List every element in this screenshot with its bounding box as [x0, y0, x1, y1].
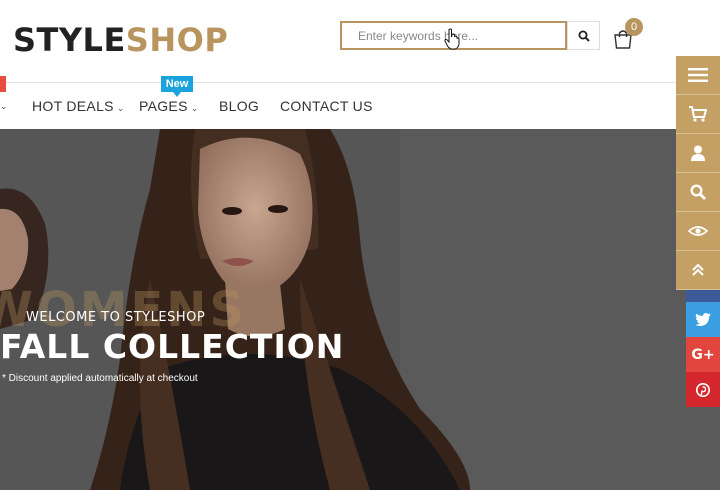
search-icon — [578, 30, 590, 42]
pinterest-button[interactable] — [686, 372, 720, 407]
nav-item-blog[interactable]: BLOG — [219, 98, 259, 114]
menu-icon — [688, 68, 708, 82]
nav-item-label: CONTACT US — [280, 98, 373, 114]
side-account-button[interactable] — [676, 134, 720, 173]
side-search-button[interactable] — [676, 173, 720, 212]
side-cart-button[interactable] — [676, 95, 720, 134]
logo-text-style: STYLE — [13, 21, 126, 59]
nav-item-pages[interactable]: PAGES ⌄ — [139, 98, 199, 116]
google-plus-button[interactable]: G+ — [686, 337, 720, 372]
cart-icon — [689, 106, 707, 122]
hero-title: FALL COLLECTION — [0, 327, 345, 366]
user-icon — [691, 145, 705, 161]
chevron-down-icon: ⌄ — [116, 103, 125, 113]
new-badge: New — [161, 76, 193, 97]
twitter-icon — [695, 313, 711, 326]
nav-item-contact-us[interactable]: CONTACT US — [280, 98, 373, 114]
hero-welcome-text: WELCOME TO STYLESHOP — [26, 310, 206, 325]
side-toolbar — [676, 56, 720, 290]
chevron-down-icon: ⌄ — [190, 103, 199, 113]
nav-item-label: HOT DEALS — [32, 98, 114, 114]
hand-pointer-cursor-icon — [444, 28, 460, 50]
nav-hot-marker — [0, 76, 6, 92]
search-icon — [690, 184, 706, 200]
pinterest-icon — [696, 382, 710, 397]
nav-item-label: BLOG — [219, 98, 260, 114]
nav-item-hot-deals[interactable]: HOT DEALS ⌄ — [32, 98, 125, 116]
nav-item-label: PAGES — [139, 98, 188, 114]
site-header: STYLESHOP 0 — [0, 0, 720, 82]
side-view-button[interactable] — [676, 212, 720, 251]
facebook-button[interactable] — [686, 290, 720, 302]
google-plus-icon: G+ — [691, 346, 715, 363]
site-logo[interactable]: STYLESHOP — [13, 20, 228, 60]
scroll-top-button[interactable] — [676, 251, 720, 290]
hero-banner[interactable]: WOMENS WELCOME TO STYLESHOP FALL COLLECT… — [0, 129, 720, 490]
side-menu-button[interactable] — [676, 56, 720, 95]
cart-count-badge: 0 — [625, 18, 643, 36]
double-chevron-up-icon — [692, 263, 704, 276]
eye-icon — [688, 226, 708, 236]
twitter-button[interactable] — [686, 302, 720, 337]
hero-note: * Discount applied automatically at chec… — [2, 373, 198, 384]
search-button[interactable] — [567, 21, 600, 50]
logo-text-shop: SHOP — [125, 21, 229, 59]
chevron-down-icon: ⌄ — [0, 101, 8, 111]
